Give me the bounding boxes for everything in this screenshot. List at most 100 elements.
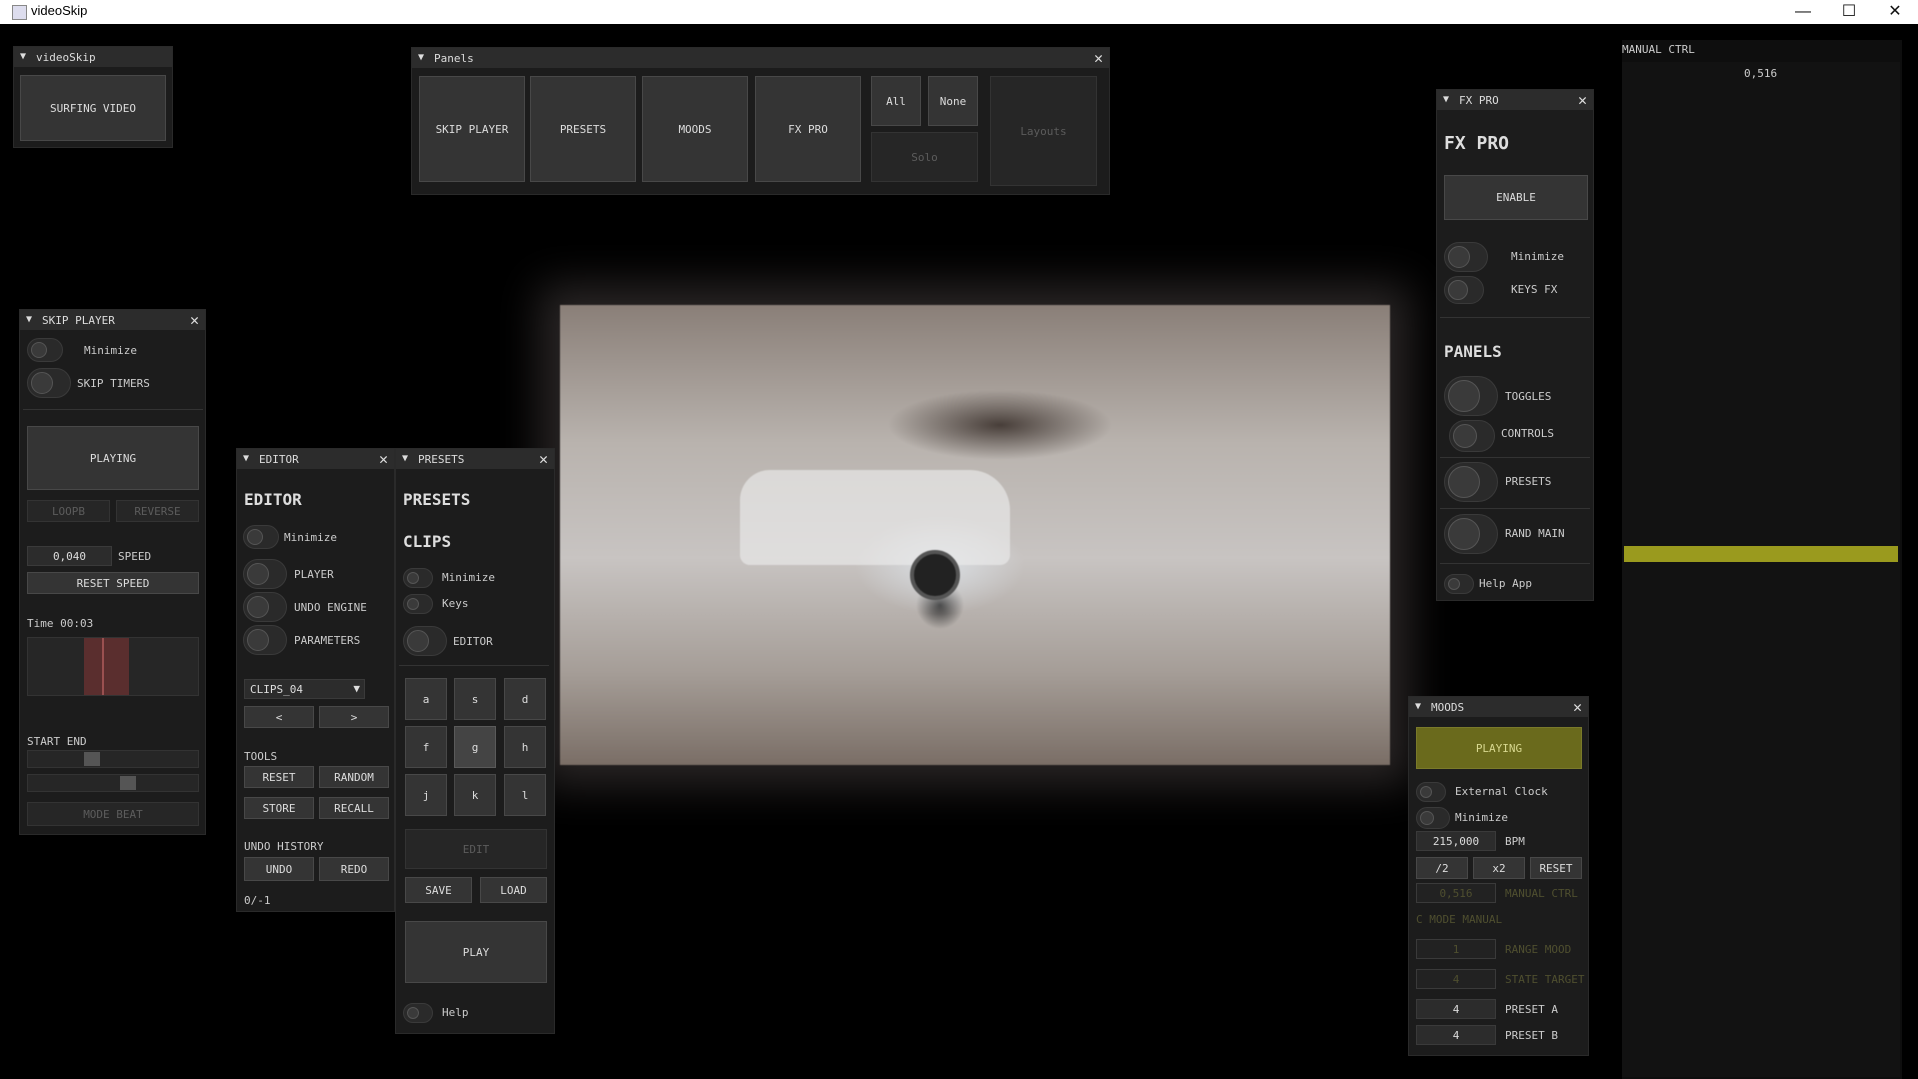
panels-header[interactable]: ▼ Panels ✕ xyxy=(412,48,1109,68)
collapse-triangle-icon[interactable]: ▼ xyxy=(1415,701,1421,712)
preset-key-a[interactable]: a xyxy=(405,678,447,720)
reset-speed-button[interactable]: RESET SPEED xyxy=(27,572,199,594)
skip-player-header[interactable]: ▼ SKIP PLAYER ✕ xyxy=(20,310,205,330)
editor-header[interactable]: ▼ EDITOR ✕ xyxy=(237,449,394,469)
videoskip-header[interactable]: ▼ videoSkip xyxy=(14,47,172,67)
close-icon[interactable]: ✕ xyxy=(1578,91,1587,109)
edit-button[interactable]: EDIT xyxy=(405,829,547,869)
preset-key-s[interactable]: s xyxy=(454,678,496,720)
range-mood-input[interactable]: 1 xyxy=(1416,939,1496,959)
start-slider[interactable] xyxy=(27,750,199,768)
skip-minimize-toggle[interactable] xyxy=(27,338,63,362)
start-slider-thumb[interactable] xyxy=(84,752,100,766)
close-icon[interactable]: ✕ xyxy=(539,450,548,468)
maximize-window-button[interactable]: ☐ xyxy=(1826,0,1872,24)
speed-input[interactable]: 0,040 xyxy=(27,546,112,566)
state-target-input[interactable]: 4 xyxy=(1416,969,1496,989)
presets-header[interactable]: ▼ PRESETS ✕ xyxy=(396,449,554,469)
load-button[interactable]: LOAD xyxy=(480,877,547,903)
close-window-button[interactable]: ✕ xyxy=(1872,0,1918,24)
timeline-plot[interactable] xyxy=(27,637,199,696)
player-toggle[interactable] xyxy=(243,559,287,589)
preset-key-j[interactable]: j xyxy=(405,774,447,816)
save-button[interactable]: SAVE xyxy=(405,877,472,903)
moods-manual-ctrl-input[interactable]: 0,516 xyxy=(1416,883,1496,903)
mode-beat-button[interactable]: MODE BEAT xyxy=(27,802,199,826)
bpm-half-button[interactable]: /2 xyxy=(1416,857,1468,879)
close-icon[interactable]: ✕ xyxy=(1573,698,1582,716)
presets-label: PRESETS xyxy=(1505,475,1552,488)
store-button[interactable]: STORE xyxy=(244,797,314,819)
collapse-triangle-icon[interactable]: ▼ xyxy=(26,314,32,325)
presets-editor-toggle[interactable] xyxy=(403,626,447,656)
recall-button[interactable]: RECALL xyxy=(319,797,389,819)
editor-minimize-toggle[interactable] xyxy=(243,525,279,549)
playing-button[interactable]: PLAYING xyxy=(27,426,199,490)
close-icon[interactable]: ✕ xyxy=(1094,49,1103,67)
bpm-double-button[interactable]: x2 xyxy=(1473,857,1525,879)
undo-engine-toggle[interactable] xyxy=(243,592,287,622)
help-toggle[interactable] xyxy=(403,1003,433,1023)
preset-key-l[interactable]: l xyxy=(504,774,546,816)
redo-button[interactable]: REDO xyxy=(319,857,389,881)
keys-fx-toggle[interactable] xyxy=(1444,276,1484,304)
help-app-toggle[interactable] xyxy=(1444,574,1474,594)
moods-minimize-toggle[interactable] xyxy=(1416,807,1450,829)
collapse-triangle-icon[interactable]: ▼ xyxy=(418,52,424,63)
fx-pro-header[interactable]: ▼ FX PRO ✕ xyxy=(1437,90,1593,110)
collapse-triangle-icon[interactable]: ▼ xyxy=(402,453,408,464)
clip-select[interactable]: CLIPS_04 ▼ xyxy=(244,679,365,699)
reset-button[interactable]: RESET xyxy=(244,766,314,788)
help-label: Help xyxy=(442,1006,469,1019)
toggles-toggle[interactable] xyxy=(1444,376,1498,416)
panel-toggle-fx-pro[interactable]: FX PRO xyxy=(755,76,861,182)
parameters-toggle[interactable] xyxy=(243,625,287,655)
next-clip-button[interactable]: > xyxy=(319,706,389,728)
preset-key-h[interactable]: h xyxy=(504,726,546,768)
keys-toggle[interactable] xyxy=(403,594,433,614)
preset-key-d[interactable]: d xyxy=(504,678,546,720)
manual-ctrl-grab-bar[interactable] xyxy=(1624,546,1898,562)
end-slider[interactable] xyxy=(27,774,199,792)
collapse-triangle-icon[interactable]: ▼ xyxy=(20,51,26,62)
none-button[interactable]: None xyxy=(928,76,978,126)
play-button[interactable]: PLAY xyxy=(405,921,547,983)
close-icon[interactable]: ✕ xyxy=(379,450,388,468)
layouts-button[interactable]: Layouts xyxy=(990,76,1097,186)
enable-button[interactable]: ENABLE xyxy=(1444,175,1588,220)
moods-header[interactable]: ▼ MOODS ✕ xyxy=(1409,697,1588,717)
reverse-button[interactable]: REVERSE xyxy=(116,500,199,522)
preset-a-input[interactable]: 4 xyxy=(1416,999,1496,1019)
external-clock-toggle[interactable] xyxy=(1416,782,1446,802)
minimize-window-button[interactable]: — xyxy=(1780,0,1826,24)
panel-toggle-skip-player[interactable]: SKIP PLAYER xyxy=(419,76,525,182)
prev-clip-button[interactable]: < xyxy=(244,706,314,728)
end-slider-thumb[interactable] xyxy=(120,776,136,790)
rand-main-toggle[interactable] xyxy=(1444,514,1498,554)
all-button[interactable]: All xyxy=(871,76,921,126)
manual-ctrl-slider[interactable]: 0,516 xyxy=(1622,62,1900,1077)
undo-button[interactable]: UNDO xyxy=(244,857,314,881)
bpm-reset-button[interactable]: RESET xyxy=(1530,857,1582,879)
close-icon[interactable]: ✕ xyxy=(190,311,199,329)
chevron-down-icon[interactable]: ▼ xyxy=(353,682,360,695)
bpm-input[interactable]: 215,000 xyxy=(1416,831,1496,851)
moods-playing-button[interactable]: PLAYING xyxy=(1416,727,1582,769)
preset-key-f[interactable]: f xyxy=(405,726,447,768)
panel-toggle-presets[interactable]: PRESETS xyxy=(530,76,636,182)
controls-toggle[interactable] xyxy=(1449,420,1495,452)
collapse-triangle-icon[interactable]: ▼ xyxy=(243,453,249,464)
presets-minimize-toggle[interactable] xyxy=(403,568,433,588)
preset-key-g[interactable]: g xyxy=(454,726,496,768)
skip-timers-toggle[interactable] xyxy=(27,368,71,398)
presets-toggle[interactable] xyxy=(1444,462,1498,502)
solo-button[interactable]: Solo xyxy=(871,132,978,182)
loopb-button[interactable]: LOOPB xyxy=(27,500,110,522)
preset-b-input[interactable]: 4 xyxy=(1416,1025,1496,1045)
fx-minimize-toggle[interactable] xyxy=(1444,242,1488,272)
preset-key-k[interactable]: k xyxy=(454,774,496,816)
surfing-video-button[interactable]: SURFING VIDEO xyxy=(20,75,166,141)
collapse-triangle-icon[interactable]: ▼ xyxy=(1443,94,1449,105)
panel-toggle-moods[interactable]: MOODS xyxy=(642,76,748,182)
random-button[interactable]: RANDOM xyxy=(319,766,389,788)
